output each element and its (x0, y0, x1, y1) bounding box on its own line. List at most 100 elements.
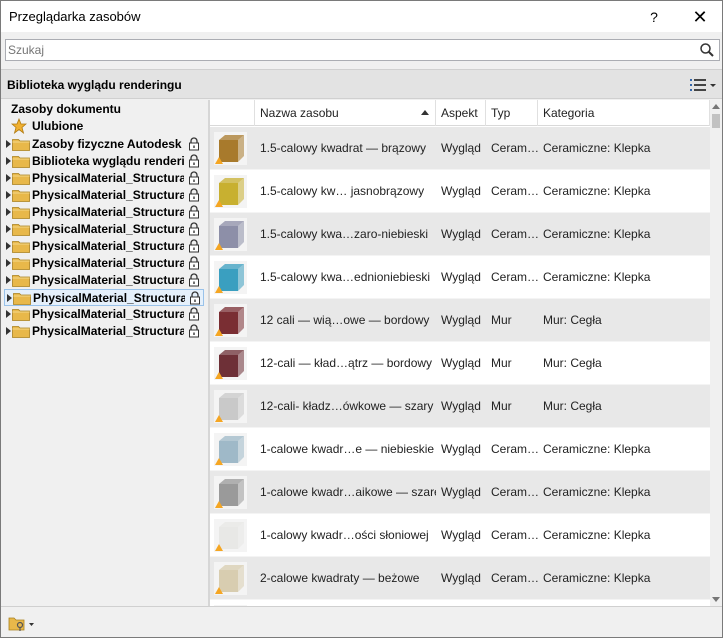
expand-arrow-icon[interactable] (6, 208, 11, 216)
table-row[interactable]: 1.5-calowy kwa…ednioniebieski Wygląd Ceram… (210, 256, 710, 299)
expand-arrow-icon[interactable] (6, 259, 11, 267)
table-row[interactable]: 1.5-calowy kw… jasnobrązowy Wygląd Ceram… C… (210, 170, 710, 213)
help-button[interactable]: ? (641, 7, 667, 27)
vertical-scrollbar[interactable] (710, 100, 722, 606)
category-cell: Mur: Cegła (543, 313, 602, 327)
tree-item-document-assets[interactable]: Zasoby dokumentu (11, 102, 121, 116)
tree-item-library[interactable]: PhysicalMaterial_Structural (4, 306, 204, 323)
lock-icon (189, 256, 199, 270)
type-cell: Ceram… (491, 485, 538, 499)
bottom-toolbar (1, 606, 722, 637)
thumbnail-cell (210, 471, 255, 514)
expand-arrow-icon[interactable] (6, 140, 11, 148)
asset-name-cell: 1.5-calowy kw… jasnobrązowy (260, 184, 425, 198)
tree-item-library[interactable]: PhysicalMaterial_Structural (4, 238, 204, 255)
category-cell: Ceramiczne: Klepka (543, 227, 651, 241)
tree-item-library[interactable]: PhysicalMaterial_Structural (4, 289, 204, 306)
type-cell: Ceram… (491, 184, 538, 198)
thumbnail-cell (210, 213, 255, 256)
lock-icon (189, 222, 199, 236)
tree-item-library[interactable]: PhysicalMaterial_Structural (4, 187, 204, 204)
scroll-up-icon[interactable] (712, 104, 720, 109)
tree-item-library[interactable]: PhysicalMaterial_Structural (4, 170, 204, 187)
column-asset-name-header[interactable]: Nazwa zasobu (255, 100, 436, 126)
asset-name-cell: 1.5-calowy kwadrat — brązowy (260, 141, 427, 155)
asset-browser-window: Przeglądarka zasobów ? ✕ Biblioteka wygl… (0, 0, 723, 638)
thumbnail-cell (210, 256, 255, 299)
expand-arrow-icon[interactable] (6, 327, 11, 335)
library-folder-icon (8, 617, 25, 631)
scroll-down-icon[interactable] (712, 597, 720, 602)
expand-arrow-icon[interactable] (6, 276, 11, 284)
asset-name-cell: 1-calowe kwadr…e — niebieskie (260, 442, 435, 456)
column-header-label: Nazwa zasobu (260, 106, 339, 120)
tree-item-label: PhysicalMaterial_Structural (32, 256, 184, 270)
column-type-header[interactable]: Typ (486, 100, 538, 126)
table-row[interactable]: 1-calowy kwadr…ości słoniowej Wygląd Ceram… (210, 514, 710, 557)
thumbnail-cell (210, 299, 255, 342)
table-row[interactable]: 12 cali — wią…owe — bordowy Wygląd Mur Mur:… (210, 299, 710, 342)
chevron-down-icon (29, 623, 34, 626)
aspect-cell: Wygląd (441, 184, 481, 198)
tree-item-library[interactable]: PhysicalMaterial_Structural (4, 255, 204, 272)
aspect-cell: Wygląd (441, 485, 481, 499)
aspect-cell: Wygląd (441, 356, 481, 370)
tree-item-library[interactable]: PhysicalMaterial_Structural (4, 221, 204, 238)
thumbnail-cell (210, 557, 255, 600)
close-button[interactable]: ✕ (687, 7, 713, 27)
table-header: Nazwa zasobu Aspekt Typ Kategoria (210, 100, 710, 126)
search-input[interactable] (8, 42, 688, 58)
thumbnail-cell (210, 170, 255, 213)
aspect-cell: Wygląd (441, 442, 481, 456)
table-row[interactable]: 1-calowe kwadr…aikowe — szare Wygląd Ceram… (210, 471, 710, 514)
aspect-cell: Wygląd (441, 227, 481, 241)
asset-name-cell: 12-cali- kładz…ówkowe — szary (260, 399, 434, 413)
scrollbar-thumb[interactable] (712, 114, 720, 128)
table-row[interactable]: 1.5-calowy kwadrat — brązowy Wygląd Ceram…… (210, 127, 710, 170)
tree-item-label: PhysicalMaterial_Structural (32, 239, 184, 253)
material-swatch (214, 261, 247, 294)
table-row[interactable]: 1.5-calowy kwa…zaro-niebieski Wygląd Ceram… (210, 213, 710, 256)
tree-item-library[interactable]: PhysicalMaterial_Structural (4, 204, 204, 221)
expand-arrow-icon[interactable] (6, 242, 11, 250)
table-row[interactable]: 12-cali — kład…ątrz — bordowy Wygląd Mur Mu… (210, 342, 710, 385)
type-cell: Ceram… (491, 270, 538, 284)
asset-name-cell: 1.5-calowy kwa…zaro-niebieski (260, 227, 429, 241)
tree-item-favorites[interactable]: Ulubione (11, 118, 201, 135)
material-swatch (214, 304, 247, 337)
lock-icon (189, 307, 199, 321)
tree-item-label: Biblioteka wyglądu renderingu (32, 154, 184, 168)
search-icon[interactable] (699, 42, 715, 58)
tree-item-library[interactable]: Zasoby fizyczne Autodesk (4, 136, 204, 153)
table-row[interactable]: 2-calowe kwadraty — beżowe Wygląd Ceram… Ce… (210, 557, 710, 600)
library-header: Biblioteka wyglądu renderingu (1, 69, 722, 99)
lock-icon (189, 324, 199, 338)
expand-arrow-icon[interactable] (6, 225, 11, 233)
tree-item-library[interactable]: Biblioteka wyglądu renderingu (4, 153, 204, 170)
lock-icon (189, 188, 199, 202)
tree-item-library[interactable]: PhysicalMaterial_Structural (4, 272, 204, 289)
expand-arrow-icon[interactable] (7, 294, 12, 302)
column-category-header[interactable]: Kategoria (538, 100, 710, 126)
tree-item-library[interactable]: PhysicalMaterial_Structural (4, 323, 204, 340)
folder-icon (12, 190, 30, 202)
view-options-button[interactable] (689, 76, 717, 94)
type-cell: Ceram… (491, 442, 538, 456)
column-aspect-header[interactable]: Aspekt (436, 100, 486, 126)
column-header-label: Aspekt (441, 106, 478, 120)
library-title: Biblioteka wyglądu renderingu (7, 78, 182, 92)
column-header-label: Typ (491, 106, 511, 120)
table-row[interactable]: 1-calowe kwadr…e — niebieskie Wygląd Ceram… (210, 428, 710, 471)
type-cell: Mur (491, 313, 512, 327)
column-thumbnail-header[interactable] (210, 100, 255, 126)
expand-arrow-icon[interactable] (6, 174, 11, 182)
title-bar: Przeglądarka zasobów ? ✕ (1, 1, 722, 32)
type-cell: Ceram… (491, 227, 538, 241)
manage-libraries-button[interactable] (7, 614, 37, 632)
expand-arrow-icon[interactable] (6, 310, 11, 318)
expand-arrow-icon[interactable] (6, 191, 11, 199)
expand-arrow-icon[interactable] (6, 157, 11, 165)
table-row[interactable]: 12-cali- kładz…ówkowe — szary Wygląd Mur Mu… (210, 385, 710, 428)
asset-table: Nazwa zasobu Aspekt Typ Kategoria 1.5-calow… (210, 100, 710, 606)
material-swatch (214, 132, 247, 165)
